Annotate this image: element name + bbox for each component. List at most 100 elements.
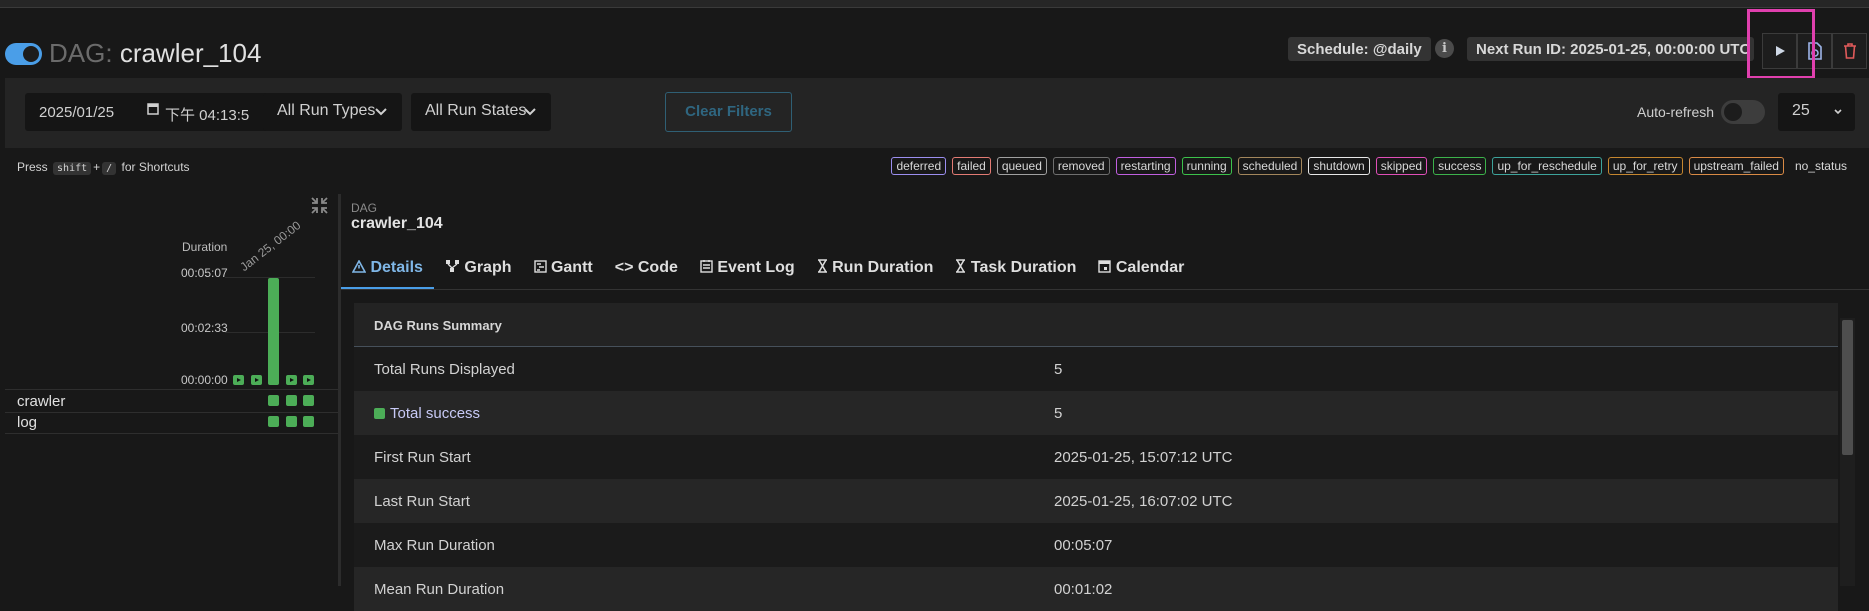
time-value: 下午 04:13:5: [165, 107, 250, 124]
page-size-select[interactable]: 25: [1778, 93, 1855, 131]
tabs-divider: [341, 289, 1869, 290]
task-instance-cell[interactable]: [303, 395, 314, 406]
tab-task-duration[interactable]: Task Duration: [944, 250, 1087, 290]
run-bar[interactable]: [286, 375, 297, 385]
legend-deferred[interactable]: deferred: [891, 157, 947, 175]
task-instance-cell[interactable]: [268, 416, 279, 427]
run-bar[interactable]: [303, 375, 314, 385]
task-name-log[interactable]: log: [17, 414, 37, 431]
duration-tick: 00:00:00: [181, 373, 228, 387]
dag-prefix: DAG:: [49, 38, 113, 68]
tab-code[interactable]: <> Code: [604, 250, 689, 290]
dag-header: DAG: crawler_104 Schedule: @daily i Next…: [0, 30, 1869, 74]
tab-label: Graph: [464, 259, 512, 276]
legend-no-status[interactable]: no_status: [1790, 157, 1852, 175]
duration-tick: 00:02:33: [181, 321, 228, 335]
row-key: Total success: [354, 405, 1054, 422]
legend-queued[interactable]: queued: [996, 157, 1047, 175]
row-value: 5: [1054, 360, 1063, 378]
duration-label: Duration: [182, 240, 228, 254]
run-state-value: All Run States: [425, 102, 527, 119]
dag-pause-toggle[interactable]: [5, 43, 42, 65]
tab-label: Calendar: [1115, 259, 1185, 276]
legend-restarting[interactable]: restarting: [1115, 157, 1176, 175]
task-instance-cell[interactable]: [286, 395, 297, 406]
row-divider: [5, 412, 338, 413]
legend-removed[interactable]: removed: [1052, 157, 1110, 175]
detail-tabs: Details Graph Gantt <> Code Event Log Ru…: [341, 250, 1195, 290]
dag-runs-summary-table: DAG Runs Summary Total Runs Displayed 5 …: [354, 303, 1838, 611]
row-key: Last Run Start: [374, 492, 470, 510]
tab-details[interactable]: Details: [341, 250, 434, 290]
task-instance-cell[interactable]: [268, 395, 279, 406]
auto-refresh-toggle[interactable]: [1721, 100, 1765, 124]
legend-upstream-failed[interactable]: upstream_failed: [1688, 157, 1784, 175]
legend-shutdown[interactable]: shutdown: [1308, 157, 1370, 175]
legend-running[interactable]: running: [1181, 157, 1232, 175]
filter-bar: 2025/01/25 下午 04:13:5 All Run Types All …: [5, 78, 1869, 148]
legend-up-for-reschedule[interactable]: up_for_reschedule: [1492, 157, 1602, 175]
run-state-select[interactable]: All Run States: [411, 93, 551, 131]
dag-breadcrumb-name[interactable]: crawler_104: [351, 215, 443, 233]
page-title: DAG: crawler_104: [49, 38, 261, 69]
tab-calendar[interactable]: Calendar: [1087, 250, 1195, 290]
tab-event-log[interactable]: Event Log: [689, 250, 806, 290]
row-value: 2025-01-25, 16:07:02 UTC: [1054, 492, 1233, 510]
clear-filters-button[interactable]: Clear Filters: [665, 92, 792, 132]
row-value: 2025-01-25, 15:07:12 UTC: [1054, 448, 1233, 466]
schedule-badge[interactable]: Schedule: @daily: [1288, 37, 1431, 61]
row-value: 00:01:02: [1054, 580, 1113, 598]
tab-label: Details: [370, 259, 423, 276]
hourglass-icon: [817, 259, 827, 273]
table-row: Total success 5: [354, 391, 1838, 435]
row-key: Max Run Duration: [374, 536, 495, 554]
run-bar[interactable]: [233, 375, 244, 385]
duration-tick: 00:05:07: [181, 266, 228, 280]
run-type-value: All Run Types: [277, 102, 376, 119]
plus-sign: +: [93, 160, 101, 174]
table-row: First Run Start 2025-01-25, 15:07:12 UTC: [354, 435, 1838, 479]
row-value: 00:05:07: [1054, 536, 1113, 554]
next-run-badge[interactable]: Next Run ID: 2025-01-25, 00:00:00 UTC: [1467, 37, 1754, 61]
collapse-icon[interactable]: [311, 197, 328, 214]
legend-success[interactable]: success: [1433, 157, 1487, 175]
dag-breadcrumb-label: DAG: [351, 201, 378, 215]
task-name-crawler[interactable]: crawler: [17, 393, 65, 410]
page-size-value: 25: [1792, 102, 1810, 119]
tab-graph[interactable]: Graph: [434, 250, 523, 290]
top-border: [0, 0, 1869, 8]
run-bar[interactable]: [251, 375, 262, 385]
legend-skipped[interactable]: skipped: [1375, 157, 1428, 175]
calendar-icon: [1098, 260, 1112, 273]
row-divider: [5, 433, 338, 434]
legend-up-for-retry[interactable]: up_for_retry: [1607, 157, 1683, 175]
table-title: DAG Runs Summary: [354, 303, 1838, 347]
table-row: Total Runs Displayed 5: [354, 347, 1838, 391]
row-key: First Run Start: [374, 448, 471, 466]
total-success-link[interactable]: Total success: [390, 405, 480, 422]
legend-failed[interactable]: failed: [952, 157, 991, 175]
base-date-input[interactable]: 2025/01/25 下午 04:13:5: [25, 93, 303, 131]
graph-icon: [445, 260, 459, 272]
code-icon: <>: [614, 259, 634, 276]
tab-label: Code: [637, 259, 678, 276]
tab-run-duration[interactable]: Run Duration: [806, 250, 945, 290]
table-row: Max Run Duration 00:05:07: [354, 523, 1838, 567]
shift-key: shift: [53, 162, 92, 175]
tab-label: Event Log: [717, 259, 795, 276]
tab-gantt[interactable]: Gantt: [523, 250, 604, 290]
gantt-icon: [533, 260, 547, 273]
trash-icon: [1843, 43, 1856, 59]
task-instance-cell[interactable]: [286, 416, 297, 427]
task-instance-cell[interactable]: [303, 416, 314, 427]
run-type-select[interactable]: All Run Types: [263, 93, 402, 131]
calendar-icon[interactable]: [147, 102, 159, 119]
highlight-box: [1747, 9, 1815, 79]
date-value: 2025/01/25: [39, 104, 115, 121]
delete-dag-button[interactable]: [1832, 33, 1867, 69]
run-bar[interactable]: [268, 278, 279, 385]
scrollbar-thumb[interactable]: [1842, 320, 1853, 455]
info-icon[interactable]: i: [1435, 39, 1454, 58]
chevron-down-icon: [524, 108, 536, 116]
legend-scheduled[interactable]: scheduled: [1237, 157, 1303, 175]
